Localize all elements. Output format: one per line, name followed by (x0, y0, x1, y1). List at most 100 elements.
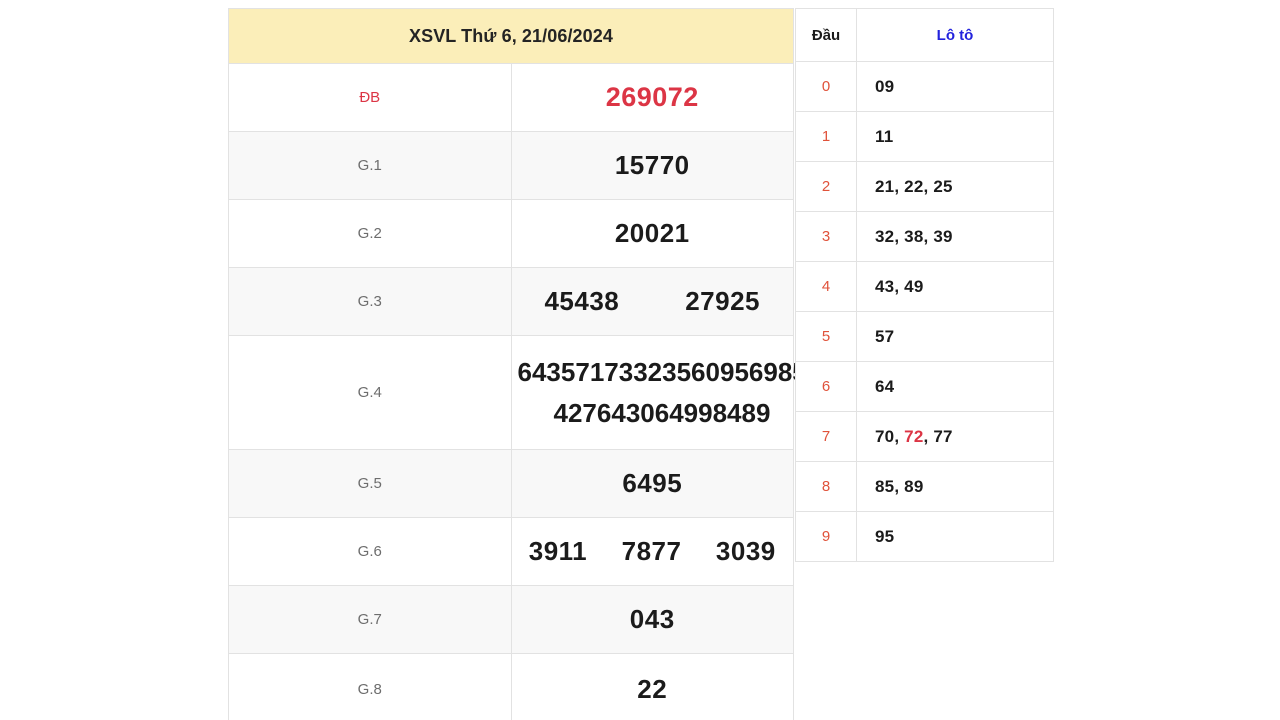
table-row: 0 09 (795, 61, 1054, 112)
loto-header-loto: Lô tô (856, 8, 1054, 62)
table-row: G.2 20021 (228, 199, 794, 268)
loto-header-row: Đầu Lô tô (795, 8, 1054, 62)
loto-numbers-cell: 09 (856, 61, 1054, 112)
loto-number: 32 (875, 226, 895, 246)
prize-number: 043 (629, 604, 675, 634)
number-group-g4-line2: 42764 30649 98489 (512, 398, 794, 429)
loto-table-body: Đầu Lô tô 0 09 1 11 2 21, 22, 25 3 32, 38, 39 4 4… (795, 8, 1054, 562)
prize-number: 3039 (715, 536, 776, 566)
prize-label-g3: G.3 (228, 267, 512, 336)
prize-number: 7877 (621, 536, 682, 566)
prize-number: 27925 (685, 286, 761, 316)
table-row: G.7 043 (228, 585, 794, 654)
prize-label-g8: G.8 (228, 653, 512, 720)
prize-number: 269072 (605, 82, 699, 112)
loto-dau-cell: 3 (795, 211, 857, 262)
prize-label-g4: G.4 (228, 335, 512, 450)
results-table: XSVL Thứ 6, 21/06/2024 ĐB 269072 G.1 157… (228, 8, 807, 720)
prize-number: 42764 (553, 397, 626, 428)
loto-number: 43 (875, 276, 895, 296)
prize-number: 17332 (589, 356, 663, 387)
number-group-g8: 22 (512, 674, 794, 705)
prize-values-g3: 45438 27925 (510, 267, 794, 336)
prize-number: 64357 (517, 356, 590, 387)
table-row: G.8 22 (228, 653, 794, 720)
prize-number: 20021 (614, 218, 690, 248)
loto-numbers-cell: 43, 49 (856, 261, 1054, 312)
number-group-g3: 45438 27925 (512, 286, 794, 317)
loto-number: 09 (875, 76, 895, 96)
loto-numbers-cell: 85, 89 (856, 461, 1054, 512)
table-row: 2 21, 22, 25 (795, 161, 1054, 212)
loto-dau-cell: 5 (795, 311, 857, 362)
prize-label-g1: G.1 (228, 131, 512, 200)
loto-dau-cell: 0 (795, 61, 857, 112)
number-group-g4: 64357 17332 35609 56985 42764 30649 9848… (512, 356, 807, 429)
loto-dau-cell: 8 (795, 461, 857, 512)
table-row: 8 85, 89 (795, 461, 1054, 512)
loto-numbers-cell: 70, 72, 77 (856, 411, 1054, 462)
prize-values-g2: 20021 (510, 199, 794, 268)
loto-number: 64 (875, 376, 895, 396)
table-row: 7 70, 72, 77 (795, 411, 1054, 462)
loto-dau-cell: 4 (795, 261, 857, 312)
prize-number: 22 (637, 674, 668, 704)
number-group-g4-line1: 64357 17332 35609 56985 (512, 356, 807, 388)
prize-label-g2: G.2 (228, 199, 512, 268)
prize-values-g6: 3911 7877 3039 (510, 517, 794, 586)
loto-table: Đầu Lô tô 0 09 1 11 2 21, 22, 25 3 32, 38, 39 4 4… (795, 8, 1054, 562)
prize-number: 45438 (544, 286, 620, 316)
prize-number: 15770 (614, 150, 690, 180)
table-row: G.5 6495 (228, 449, 794, 518)
results-title: XSVL Thứ 6, 21/06/2024 (228, 8, 794, 64)
loto-numbers-cell: 64 (856, 361, 1054, 412)
loto-number: 39 (933, 226, 953, 246)
loto-number: 85 (875, 476, 895, 496)
table-row: G.3 45438 27925 (228, 267, 794, 336)
prize-number: 35609 (662, 356, 735, 387)
prize-values-g5: 6495 (510, 449, 794, 518)
loto-dau-cell: 7 (795, 411, 857, 462)
number-group-db: 269072 (512, 82, 794, 113)
prize-values-g8: 22 (510, 653, 794, 720)
lottery-results-page: XSVL Thứ 6, 21/06/2024 ĐB 269072 G.1 157… (0, 0, 1280, 720)
loto-number: 70 (875, 426, 895, 446)
loto-number: 57 (875, 326, 895, 346)
loto-numbers-cell: 32, 38, 39 (856, 211, 1054, 262)
number-group-g2: 20021 (512, 218, 794, 249)
prize-values-g4: 64357 17332 35609 56985 42764 30649 9848… (510, 335, 807, 450)
loto-number: 22 (904, 176, 924, 196)
loto-number: 11 (875, 126, 894, 146)
loto-numbers-cell: 95 (856, 511, 1054, 562)
prize-values-g7: 043 (510, 585, 794, 654)
table-row: ĐB 269072 (228, 63, 794, 132)
loto-numbers-cell: 21, 22, 25 (856, 161, 1054, 212)
loto-numbers-cell: 57 (856, 311, 1054, 362)
loto-number: 95 (875, 526, 895, 546)
prize-values-g1: 15770 (510, 131, 794, 200)
number-group-g7: 043 (512, 604, 794, 635)
table-row: G.4 64357 17332 35609 56985 42764 30649 … (228, 335, 807, 450)
prize-label-g7: G.7 (228, 585, 512, 654)
loto-dau-cell: 2 (795, 161, 857, 212)
prize-label-g5: G.5 (228, 449, 512, 518)
loto-dau-cell: 1 (795, 111, 857, 162)
loto-number: 25 (933, 176, 953, 196)
table-row: 5 57 (795, 311, 1054, 362)
prize-values-db: 269072 (510, 63, 794, 132)
table-row: 1 11 (795, 111, 1054, 162)
loto-number: 38 (904, 226, 924, 246)
loto-number: 72 (904, 426, 924, 446)
table-row: 3 32, 38, 39 (795, 211, 1054, 262)
results-table-body: XSVL Thứ 6, 21/06/2024 ĐB 269072 G.1 157… (228, 8, 807, 720)
table-row: 6 64 (795, 361, 1054, 412)
table-row: 4 43, 49 (795, 261, 1054, 312)
loto-dau-cell: 9 (795, 511, 857, 562)
loto-number: 21 (875, 176, 895, 196)
prize-number: 30649 (625, 397, 699, 428)
loto-number: 49 (904, 276, 924, 296)
loto-number: 77 (933, 426, 953, 446)
number-group-g5: 6495 (512, 468, 794, 499)
loto-numbers-cell: 11 (856, 111, 1054, 162)
loto-number: 89 (904, 476, 924, 496)
